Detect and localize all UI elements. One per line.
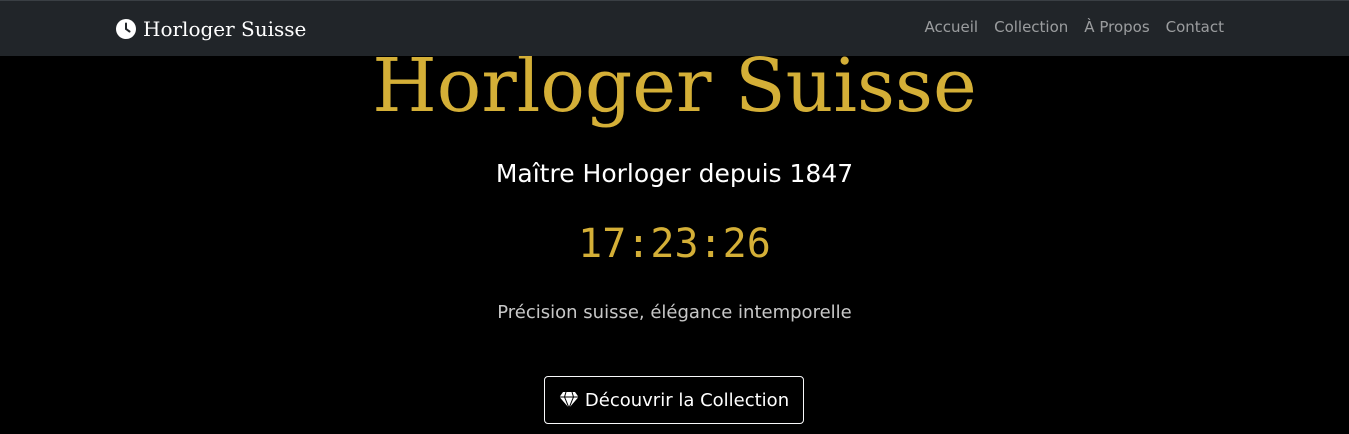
nav-link-a-propos[interactable]: À Propos (1084, 18, 1149, 36)
nav-link-contact[interactable]: Contact (1166, 18, 1224, 36)
discover-collection-button[interactable]: Découvrir la Collection (544, 376, 804, 424)
clock-icon (116, 19, 136, 39)
brand-link[interactable]: Horloger Suisse (116, 16, 306, 42)
brand-name: Horloger Suisse (143, 17, 307, 41)
hero-tagline: Précision suisse, élégance intemporelle (497, 302, 852, 323)
hero-subtitle: Maître Horloger depuis 1847 (495, 159, 854, 188)
nav-links: Accueil Collection À Propos Contact (925, 18, 1224, 36)
cta-label: Découvrir la Collection (584, 389, 790, 411)
digital-clock: 17:23:26 (578, 221, 771, 267)
gem-icon (559, 391, 579, 410)
top-navbar: Horloger Suisse Accueil Collection À Pro… (0, 0, 1349, 56)
hero-section: Horloger Suisse Maître Horloger depuis 1… (0, 0, 1349, 434)
nav-link-accueil[interactable]: Accueil (925, 18, 979, 36)
nav-link-collection[interactable]: Collection (994, 18, 1068, 36)
